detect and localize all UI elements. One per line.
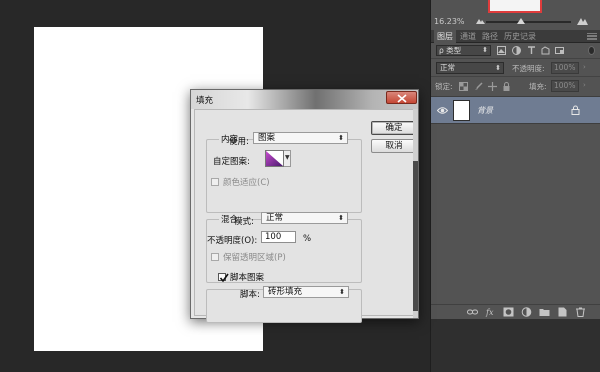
adjustment-filter-icon[interactable] (512, 46, 521, 55)
right-panel: 16.23% 图层 通道 路径 历史记录 ρ 类型 ⬍ 正常 ⬍ 不透明度: 1… (430, 0, 600, 372)
use-label: 使用: (229, 137, 249, 147)
folder-icon[interactable] (539, 307, 550, 317)
shape-filter-icon[interactable] (541, 46, 550, 55)
tab-channels[interactable]: 通道 (457, 30, 479, 43)
checkmark-icon (219, 273, 229, 283)
pattern-preview-icon (266, 150, 284, 166)
dialog-scrollbar-thumb[interactable] (413, 161, 418, 311)
panel-menu-icon[interactable] (587, 33, 597, 40)
tab-history[interactable]: 历史记录 (501, 30, 539, 43)
layer-row-background[interactable]: 背景 (431, 96, 600, 124)
lock-all-icon[interactable] (502, 82, 511, 91)
mode-label: 模式: (234, 217, 254, 227)
use-value: 图案 (258, 133, 276, 143)
fill-arrow-icon[interactable]: › (583, 81, 586, 89)
layers-bottom-bar: fx (431, 304, 600, 318)
dialog-opacity-input[interactable]: 100 (261, 231, 296, 243)
layer-name[interactable]: 背景 (477, 105, 493, 116)
mask-icon[interactable] (503, 307, 514, 317)
opacity-unit: % (303, 234, 312, 244)
script-pattern-checkbox[interactable] (218, 273, 229, 283)
layer-thumbnail[interactable] (453, 100, 470, 121)
zoom-slider[interactable] (486, 21, 571, 23)
divider (431, 76, 600, 77)
pattern-dropdown-button[interactable]: ▼ (284, 150, 291, 167)
adjustment-icon[interactable] (521, 307, 532, 317)
filter-chevron-icon: ⬍ (482, 46, 488, 54)
navigator-thumbnail[interactable] (488, 0, 542, 13)
select-chevron-icon: ⬍ (338, 214, 344, 222)
dialog-title: 填充 (196, 96, 214, 106)
zoom-level[interactable]: 16.23% (434, 17, 465, 26)
layer-filter-row: ρ 类型 ⬍ (431, 44, 600, 57)
mode-select[interactable]: 正常 ⬍ (261, 212, 348, 224)
blend-mode-value: 正常 (440, 63, 455, 72)
link-icon[interactable] (467, 307, 478, 317)
close-button[interactable] (386, 91, 417, 104)
layer-filter-label: ρ 类型 (439, 46, 462, 55)
pattern-picker[interactable] (265, 150, 284, 167)
custom-pattern-label: 自定图案: (213, 157, 250, 167)
lock-icon[interactable] (571, 105, 580, 115)
fill-dialog: 填充 内容 混合 使用: 图案 ⬍ 自定图案: ▼ 颜色适应(C) 模式: 正常… (190, 89, 419, 323)
blend-row: 正常 ⬍ 不透明度: 100% › (431, 61, 600, 75)
eye-icon[interactable] (437, 106, 448, 115)
new-layer-icon[interactable] (557, 307, 568, 317)
dialog-titlebar[interactable]: 填充 (191, 90, 418, 109)
close-icon (397, 94, 407, 103)
script-label: 脚本: (240, 290, 260, 300)
tab-paths[interactable]: 路径 (479, 30, 501, 43)
pixel-filter-icon[interactable] (497, 46, 506, 55)
blend-mode-select[interactable]: 正常 ⬍ (436, 62, 504, 74)
filter-toggle[interactable] (588, 46, 595, 55)
small-mountain-icon[interactable] (476, 16, 485, 25)
script-pattern-label: 脚本图案 (230, 273, 265, 283)
lock-move-icon[interactable] (488, 82, 497, 91)
select-chevron-icon: ⬍ (339, 288, 345, 296)
chevron-down-icon: ▼ (285, 154, 290, 161)
smart-object-filter-icon[interactable] (555, 46, 564, 55)
trash-icon[interactable] (575, 307, 586, 317)
lock-row: 锁定: 填充: 100% › (431, 79, 600, 93)
cancel-button[interactable]: 取消 (371, 139, 417, 153)
opacity-arrow-icon[interactable]: › (583, 63, 586, 71)
ok-button[interactable]: 确定 (371, 121, 417, 135)
color-adapt-label: 颜色适应(C) (223, 178, 270, 188)
fx-icon[interactable]: fx (485, 307, 496, 317)
opacity-label: 不透明度: (512, 64, 545, 73)
select-chevron-icon: ⬍ (338, 134, 344, 142)
tab-layers[interactable]: 图层 (434, 30, 456, 43)
svg-text:fx: fx (485, 308, 494, 317)
fill-label: 填充: (529, 82, 547, 91)
large-mountain-icon[interactable] (577, 15, 588, 25)
preserve-transparency-label: 保留透明区域(P) (223, 253, 286, 263)
preserve-transparency-checkbox[interactable] (211, 253, 219, 261)
type-filter-icon[interactable] (527, 46, 536, 55)
use-select[interactable]: 图案 ⬍ (253, 132, 348, 144)
fill-field[interactable]: 100% (551, 80, 579, 92)
script-value: 砖形填充 (268, 287, 303, 297)
lock-label: 锁定: (435, 82, 453, 91)
layers-tab-bar: 图层 通道 路径 历史记录 (431, 30, 600, 43)
mode-value: 正常 (266, 213, 284, 223)
lock-brush-icon[interactable] (474, 82, 483, 91)
script-select[interactable]: 砖形填充 ⬍ (263, 286, 349, 298)
zoom-slider-thumb[interactable] (517, 18, 525, 24)
color-adapt-checkbox[interactable] (211, 178, 219, 186)
dialog-scrollbar[interactable] (413, 109, 418, 318)
panel-empty-area (431, 319, 600, 372)
navigator-panel: 16.23% (431, 0, 600, 29)
dialog-opacity-label: 不透明度(O): (207, 236, 258, 246)
lock-transparent-icon[interactable] (459, 82, 468, 91)
layer-filter-select[interactable]: ρ 类型 ⬍ (436, 45, 491, 56)
divider (431, 58, 600, 59)
opacity-field[interactable]: 100% (551, 62, 579, 74)
blend-chevron-icon: ⬍ (495, 64, 501, 72)
